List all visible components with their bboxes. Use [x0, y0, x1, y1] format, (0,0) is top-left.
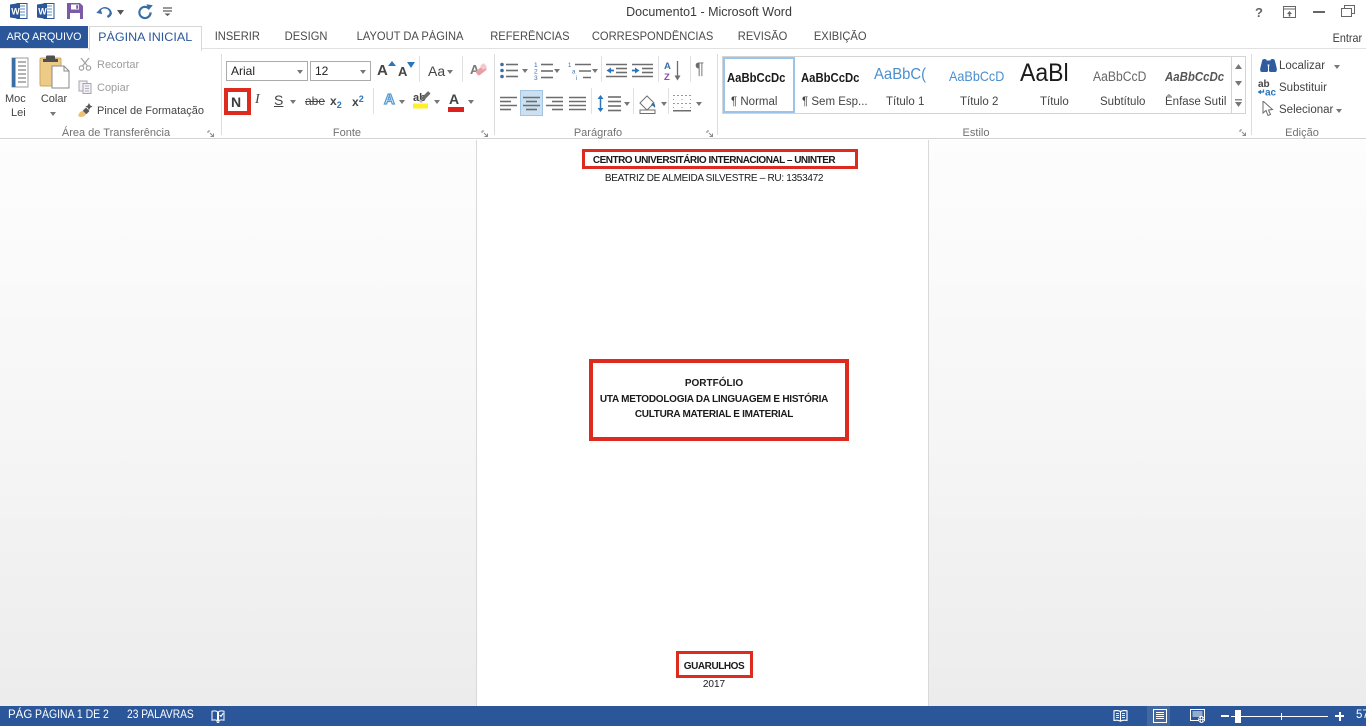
- svg-text:W: W: [11, 7, 20, 17]
- svg-text:3: 3: [534, 75, 538, 80]
- svg-text:W: W: [38, 7, 47, 17]
- svg-text:1: 1: [568, 63, 572, 69]
- svg-text:i: i: [576, 76, 577, 80]
- svg-text:A: A: [664, 61, 671, 72]
- svg-text:a: a: [572, 70, 576, 76]
- svg-text:ac: ac: [1265, 88, 1277, 97]
- svg-text:Z: Z: [664, 72, 670, 81]
- svg-text:?: ?: [1255, 6, 1263, 19]
